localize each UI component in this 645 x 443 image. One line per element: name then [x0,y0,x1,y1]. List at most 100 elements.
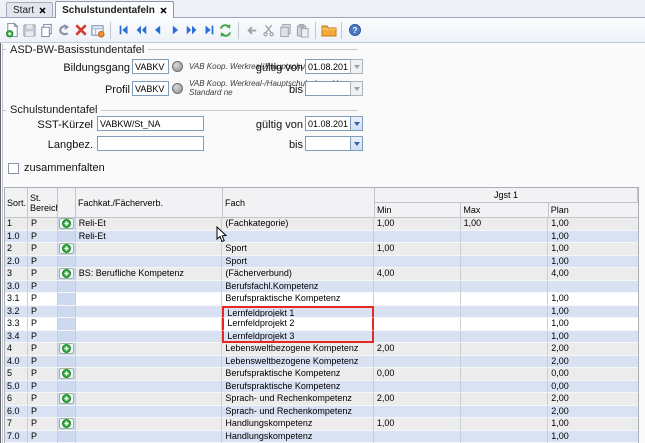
cell-plan[interactable]: 1,00 [548,243,638,256]
cell-fach[interactable]: Berufspraktische Kompetenz [222,293,374,306]
cell-min[interactable] [374,281,461,294]
cell-fach[interactable]: Lernfeldprojekt 3 [222,331,374,344]
cell-plan[interactable]: 4,00 [548,268,638,281]
chevron-down-icon[interactable] [350,116,363,131]
cell-st-bereich[interactable]: P [28,418,58,431]
cell-min[interactable]: 2,00 [374,343,461,356]
cell-fach[interactable]: Lernfeldprojekt 2 [222,318,374,331]
header-jgst1[interactable]: Jgst 1 [375,188,638,203]
folder-icon[interactable] [320,21,337,40]
cell-sort[interactable]: 3.1 [5,293,28,306]
cell-fachkat[interactable]: Reli-Et [76,218,223,231]
cell-min[interactable] [374,406,461,419]
cell-add[interactable] [58,256,76,269]
cell-fachkat[interactable] [76,368,223,381]
cell-st-bereich[interactable]: P [28,381,58,394]
close-icon[interactable] [39,7,46,14]
add-subject-icon[interactable] [59,268,74,279]
copy-icon[interactable] [277,21,294,40]
cell-fach[interactable]: Berufspraktische Kompetenz [222,381,374,394]
cell-fachkat[interactable] [76,256,223,269]
cell-max[interactable] [461,393,549,406]
cell-fach[interactable]: Handlungskompetenz [222,431,374,443]
cell-fach[interactable]: Handlungskompetenz [222,418,374,431]
cell-add[interactable] [58,293,76,306]
edit-form-icon[interactable] [89,21,106,40]
cell-fachkat[interactable] [76,343,223,356]
table-row[interactable]: 3.0PBerufsfachl.Kompetenz [5,281,638,294]
cell-sort[interactable]: 4.0 [5,356,28,369]
cell-add[interactable] [58,418,76,431]
cell-st-bereich[interactable]: P [28,256,58,269]
next-record-icon[interactable] [166,21,183,40]
cell-max[interactable] [461,293,549,306]
cell-st-bereich[interactable]: P [28,231,58,244]
cell-sort[interactable]: 5.0 [5,381,28,394]
cell-fachkat[interactable] [76,331,223,344]
cell-sort[interactable]: 3.3 [5,318,28,331]
cell-plan[interactable] [548,281,638,294]
zusammenfalten-checkbox[interactable] [8,163,19,174]
cell-plan[interactable]: 2,00 [548,393,638,406]
cell-plan[interactable]: 1,00 [548,218,638,231]
back-arrow-icon[interactable] [243,21,260,40]
cell-fach[interactable]: Berufsfachl.Kompetenz [222,281,374,294]
cell-max[interactable] [461,256,549,269]
cell-fachkat[interactable]: BS: Berufliche Kompetenz [76,268,223,281]
paste-icon[interactable] [294,21,311,40]
bildungsgang-field[interactable] [132,59,169,74]
table-row[interactable]: 6.0PSprach- und Rechenkompetenz2,00 [5,406,638,419]
cell-st-bereich[interactable]: P [28,393,58,406]
cell-max[interactable] [461,306,549,319]
langbez-field[interactable] [97,136,204,151]
cell-min[interactable] [374,381,461,394]
add-subject-icon[interactable] [59,368,74,379]
header-plan[interactable]: Plan [549,203,638,218]
add-subject-icon[interactable] [59,343,74,354]
cell-plan[interactable]: 1,00 [548,331,638,344]
cell-sort[interactable]: 7 [5,418,28,431]
add-subject-icon[interactable] [59,418,74,429]
cell-st-bereich[interactable]: P [28,356,58,369]
table-row[interactable]: 2PSport1,001,00 [5,243,638,256]
cell-plan[interactable]: 1,00 [548,418,638,431]
cell-add[interactable] [58,218,76,231]
cell-st-bereich[interactable]: P [28,268,58,281]
cell-add[interactable] [58,331,76,344]
cell-fach[interactable]: Lebensweltbezogene Kompetenz [222,343,374,356]
table-row[interactable]: 3.2PLernfeldprojekt 11,00 [5,306,638,319]
cell-fach[interactable]: Sprach- und Rechenkompetenz [222,406,374,419]
cell-plan[interactable]: 1,00 [548,306,638,319]
cell-max[interactable] [461,331,549,344]
cell-fach[interactable]: Lebensweltbezogene Kompetenz [222,356,374,369]
previous-record-icon[interactable] [149,21,166,40]
cell-min[interactable] [374,231,461,244]
chevron-down-icon[interactable] [350,136,363,151]
gueltig-von-field[interactable] [305,59,351,74]
cell-add[interactable] [58,306,76,319]
cell-plan[interactable]: 2,00 [548,343,638,356]
table-row[interactable]: 2.0PSport1,00 [5,256,638,269]
table-row[interactable]: 3.1PBerufspraktische Kompetenz1,00 [5,293,638,306]
help-icon[interactable]: ? [346,21,363,40]
table-row[interactable]: 1.0PReli-Et1,00 [5,231,638,244]
tab-schulstundentafeln[interactable]: Schulstundentafeln [55,1,174,18]
cell-st-bereich[interactable]: P [28,293,58,306]
cell-sort[interactable]: 1.0 [5,231,28,244]
cell-add[interactable] [58,381,76,394]
save-icon[interactable] [21,21,38,40]
cell-st-bereich[interactable]: P [28,306,58,319]
cell-st-bereich[interactable]: P [28,318,58,331]
header-sort[interactable]: Sort. [5,188,28,218]
cell-max[interactable] [461,406,549,419]
profil-field[interactable] [132,81,169,96]
cell-max[interactable] [461,368,549,381]
cell-add[interactable] [58,243,76,256]
first-record-icon[interactable] [115,21,132,40]
cell-max[interactable] [461,343,549,356]
cell-fachkat[interactable] [76,306,223,319]
add-subject-icon[interactable] [59,243,74,254]
cell-add[interactable] [58,406,76,419]
cell-max[interactable] [461,356,549,369]
table-row[interactable]: 5PBerufspraktische Kompetenz0,000,00 [5,368,638,381]
